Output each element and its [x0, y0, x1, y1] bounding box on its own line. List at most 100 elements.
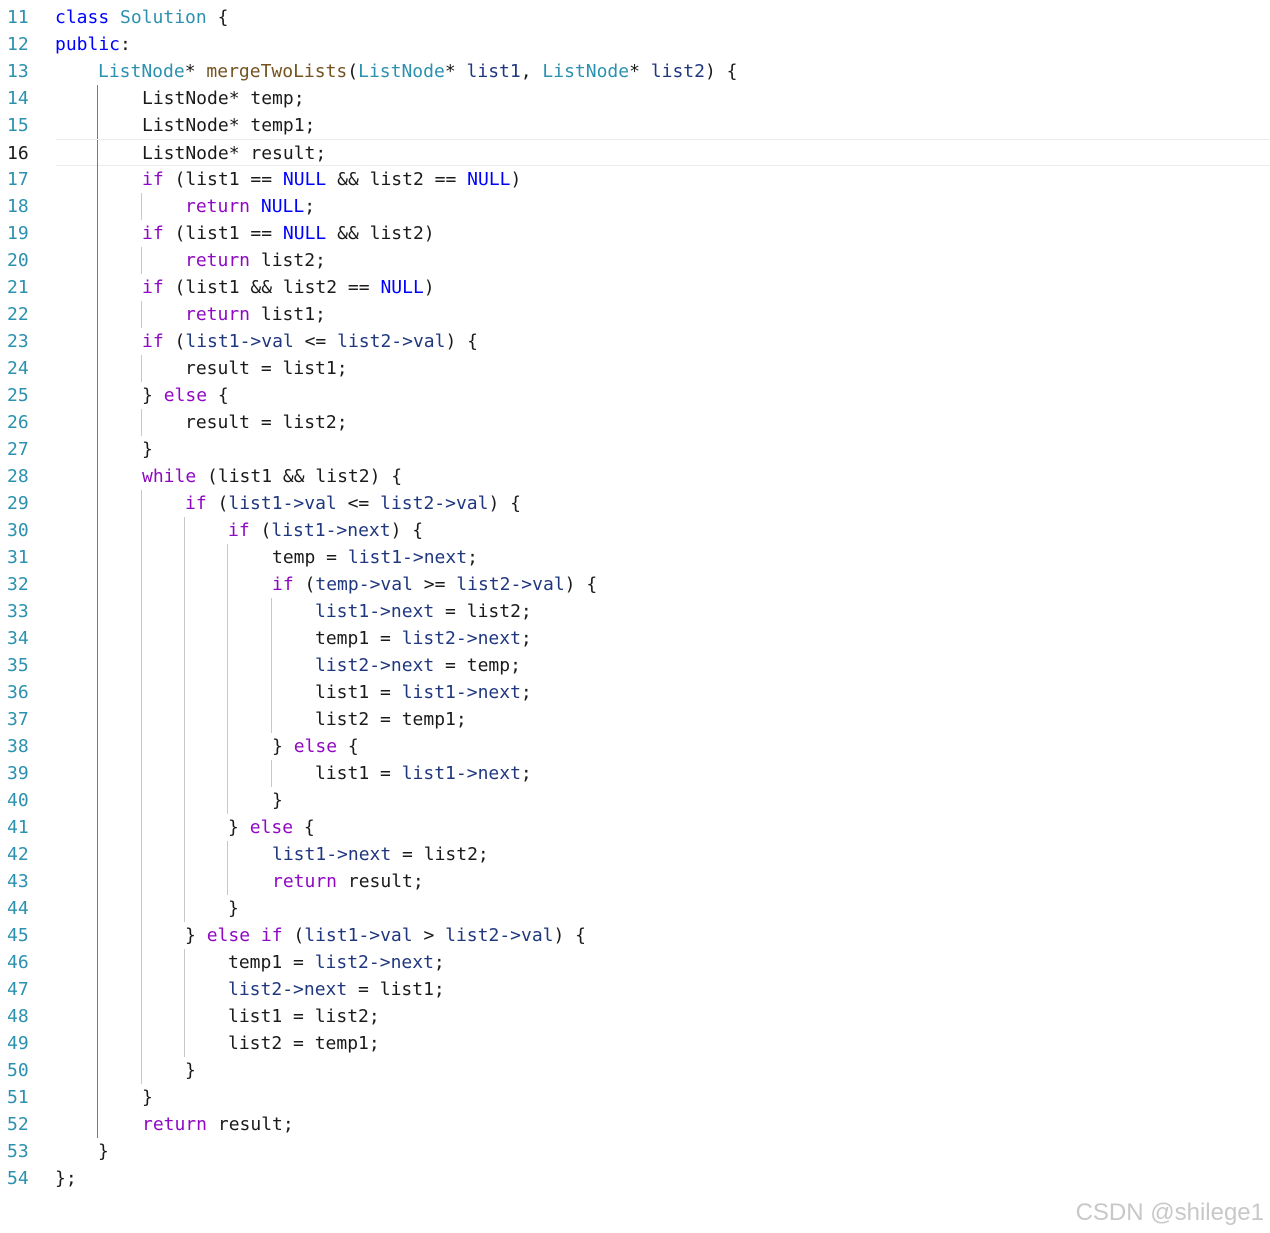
code-line[interactable]: 24 result = list1;	[0, 355, 1270, 382]
code-line-current[interactable]: 16 ListNode* result;	[7, 139, 1270, 167]
code-text: list2->next = temp;	[55, 652, 521, 679]
code-token: (list1 && list2) {	[196, 466, 403, 487]
code-editor[interactable]: 11 class Solution {12 public: 13 ListNode* m…	[0, 4, 1270, 1192]
code-line[interactable]: 11 class Solution {	[0, 4, 1270, 31]
code-token: return	[142, 1114, 208, 1135]
line-number: 42	[7, 844, 29, 865]
code-text: result = list1;	[55, 355, 348, 382]
code-text: }	[55, 436, 153, 463]
code-line[interactable]: 48 list1 = list2;	[0, 1003, 1270, 1030]
code-token: ListNode* temp1;	[142, 115, 316, 136]
code-token: *	[184, 61, 207, 82]
code-token: list2 = temp1;	[228, 1033, 380, 1054]
code-line[interactable]: 50}	[0, 1057, 1270, 1084]
line-number: 18	[7, 196, 29, 217]
code-line[interactable]: 33 list1->next = list2;	[0, 598, 1270, 625]
code-line[interactable]: 13 ListNode* mergeTwoLists(ListNode* list…	[0, 58, 1270, 85]
line-number: 54	[7, 1168, 29, 1189]
code-line[interactable]: 23 if (list1->val <= list2->val) {	[0, 328, 1270, 355]
code-line[interactable]: 30 if (list1->next) {	[0, 517, 1270, 544]
code-line[interactable]: 45} else if (list1->val > list2->val) {	[0, 922, 1270, 949]
code-line[interactable]: 49 list2 = temp1;	[0, 1030, 1270, 1057]
code-token: ->next	[282, 979, 348, 1000]
code-token: }	[98, 1141, 109, 1162]
code-token: ->next	[455, 628, 521, 649]
code-token: ;	[520, 763, 532, 784]
code-token: if	[142, 169, 164, 190]
code-line[interactable]: 53}	[0, 1138, 1270, 1165]
code-line[interactable]: 27}	[0, 436, 1270, 463]
line-number: 13	[7, 61, 29, 82]
code-line[interactable]: 26 result = list2;	[0, 409, 1270, 436]
code-line[interactable]: 31 temp = list1->next;	[0, 544, 1270, 571]
line-number: 25	[7, 385, 29, 406]
code-text: }	[55, 1084, 153, 1111]
code-token: }	[272, 736, 294, 757]
code-token: list2	[380, 493, 435, 514]
code-line[interactable]: 14 ListNode* temp;	[0, 85, 1270, 112]
code-text: if (list1->val <= list2->val) {	[55, 490, 521, 517]
code-line[interactable]: 35 list2->next = temp;	[0, 652, 1270, 679]
code-token: }	[272, 790, 283, 811]
code-token: {	[207, 385, 229, 406]
code-line[interactable]: 37 list2 = temp1;	[0, 706, 1270, 733]
code-line[interactable]: 38} else {	[0, 733, 1270, 760]
line-number: 17	[7, 169, 29, 190]
code-line[interactable]: 52 return result;	[0, 1111, 1270, 1138]
code-line[interactable]: 42 list1->next = list2;	[0, 841, 1270, 868]
code-text: return list2;	[55, 247, 326, 274]
code-line[interactable]: 21 if (list1 && list2 == NULL)	[0, 274, 1270, 301]
code-token: list1	[347, 547, 403, 568]
code-token: return	[272, 871, 338, 892]
code-line[interactable]: 51}	[0, 1084, 1270, 1111]
code-token: ListNode* temp;	[142, 88, 305, 109]
code-line[interactable]: 20 return list2;	[0, 247, 1270, 274]
line-number: 27	[7, 439, 29, 460]
code-line[interactable]: 41} else {	[0, 814, 1270, 841]
code-line[interactable]: 29 if (list1->val <= list2->val) {	[0, 490, 1270, 517]
code-line[interactable]: 36 list1 = list1->next;	[0, 679, 1270, 706]
code-token: ->val	[434, 493, 489, 514]
code-token: list1	[228, 493, 283, 514]
line-number: 14	[7, 88, 29, 109]
code-line[interactable]: 44}	[0, 895, 1270, 922]
code-text: } else if (list1->val > list2->val) {	[55, 922, 586, 949]
line-number: 53	[7, 1141, 29, 1162]
code-token: (list1 ==	[163, 223, 283, 244]
code-line[interactable]: 43 return result;	[0, 868, 1270, 895]
code-line[interactable]: 40}	[0, 787, 1270, 814]
code-line[interactable]: 32 if (temp->val >= list2->val) {	[0, 571, 1270, 598]
code-token: = temp;	[434, 655, 521, 676]
line-number: 30	[7, 520, 29, 541]
code-line[interactable]: 12 public:	[0, 31, 1270, 58]
code-line[interactable]: 25} else {	[0, 382, 1270, 409]
code-line[interactable]: 34 temp1 = list2->next;	[0, 625, 1270, 652]
code-line[interactable]: 47 list2->next = list1;	[0, 976, 1270, 1003]
code-token: ->next	[402, 547, 468, 568]
code-token: (	[163, 331, 186, 352]
code-token: else if	[206, 925, 283, 946]
code-line[interactable]: 28 while (list1 && list2) {	[0, 463, 1270, 490]
code-token: list1	[185, 331, 240, 352]
code-line[interactable]: 39 list1 = list1->next;	[0, 760, 1270, 787]
code-token: ) {	[390, 520, 424, 541]
line-number: 52	[7, 1114, 29, 1135]
line-number: 47	[7, 979, 29, 1000]
line-number: 11	[7, 7, 29, 28]
code-token: class	[55, 7, 110, 28]
code-line[interactable]: 19 if (list1 == NULL && list2)	[0, 220, 1270, 247]
watermark: CSDN @shilege1	[1075, 1199, 1264, 1226]
code-line[interactable]: 17 if (list1 == NULL && list2 == NULL)	[0, 166, 1270, 193]
code-text: return result;	[55, 1111, 294, 1138]
code-line[interactable]: 15 ListNode* temp1;	[0, 112, 1270, 139]
code-token: list2	[314, 952, 369, 973]
code-line[interactable]: 22 return list1;	[0, 301, 1270, 328]
code-text: ListNode* temp;	[55, 85, 305, 112]
code-text: if (list1 && list2 == NULL)	[55, 274, 435, 301]
code-token: public	[55, 34, 121, 55]
code-token: if	[142, 331, 164, 352]
code-token: list1	[401, 682, 456, 703]
code-line[interactable]: 46 temp1 = list2->next;	[0, 949, 1270, 976]
code-line[interactable]: 18 return NULL;	[0, 193, 1270, 220]
code-line[interactable]: 54};	[0, 1165, 1270, 1192]
